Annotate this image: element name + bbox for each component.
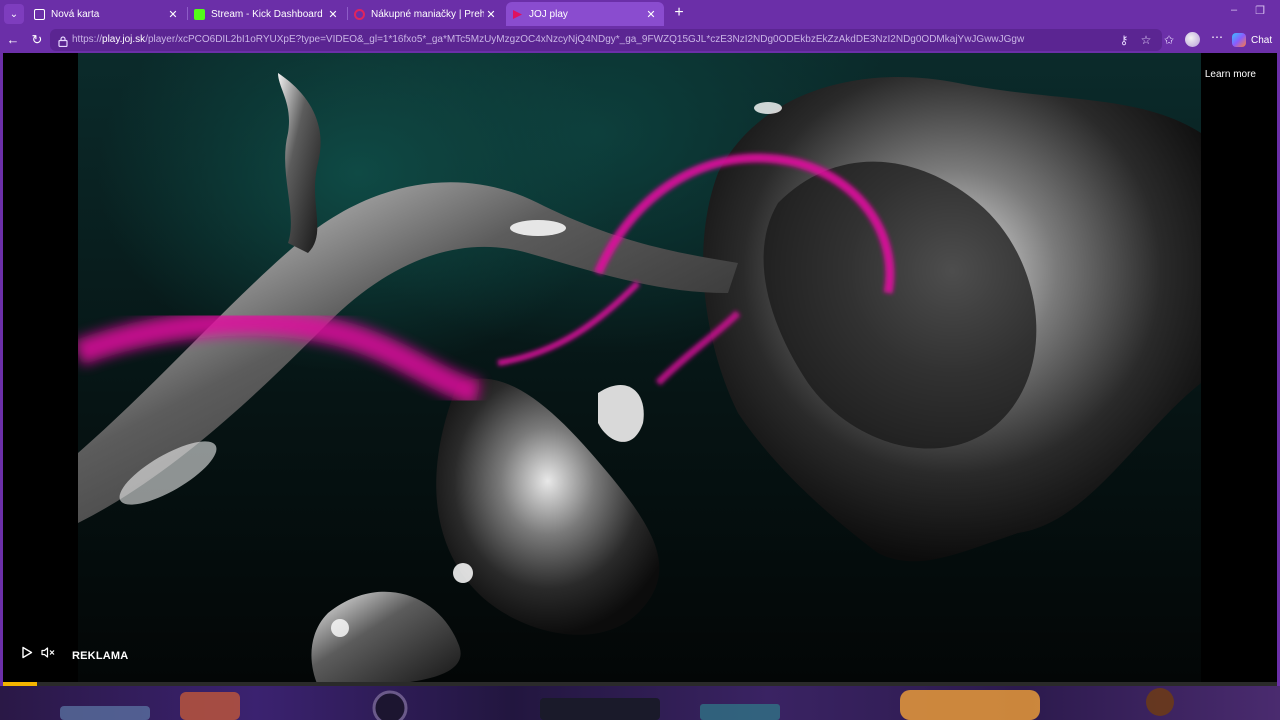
url-path: /player/xcPCO6DIL2bI1oRYUXpE?type=VIDEO&… xyxy=(145,34,1025,45)
star-icon[interactable]: ☆ xyxy=(1138,32,1154,48)
chat-label: Chat xyxy=(1251,34,1273,46)
close-icon[interactable]: ✕ xyxy=(484,8,498,21)
background-art xyxy=(0,686,1280,720)
profile-avatar[interactable] xyxy=(1185,32,1200,47)
tab-new[interactable]: Nová karta ✕ xyxy=(28,2,186,26)
minimize-icon[interactable]: – xyxy=(1222,4,1246,16)
favorites-icon[interactable]: ✩ xyxy=(1161,32,1177,48)
learn-more-link[interactable]: Learn more xyxy=(1205,69,1256,80)
close-icon[interactable]: ✕ xyxy=(326,8,340,21)
back-icon[interactable]: ← xyxy=(4,31,22,49)
tab-menu-icon[interactable]: ⌄ xyxy=(4,4,24,24)
tab-label: Nová karta xyxy=(51,8,100,20)
url-prefix: https:// xyxy=(72,34,103,45)
tab-label: Stream - Kick Dashboard xyxy=(211,8,323,20)
tab-nakupne-maniacky[interactable]: Nákupné maniačky | Prehľad | Arc ✕ xyxy=(348,2,504,26)
tab-joj-play[interactable]: JOJ play ✕ xyxy=(506,2,664,26)
video-player[interactable]: Learn more REKLAMA xyxy=(3,53,1277,686)
page-icon xyxy=(34,8,45,20)
ad-video[interactable] xyxy=(78,53,1201,686)
close-icon[interactable]: ✕ xyxy=(166,8,180,21)
url-host: play.joj.sk xyxy=(102,34,146,45)
background-art-shapes xyxy=(60,688,1174,720)
copilot-icon xyxy=(1232,33,1246,47)
ad-label: REKLAMA xyxy=(72,650,129,662)
site-info-icon[interactable] xyxy=(58,34,68,48)
new-tab-icon[interactable]: + xyxy=(670,4,688,22)
site-icon xyxy=(354,8,365,20)
mute-icon[interactable] xyxy=(41,646,55,664)
tab-strip: ⌄ Nová karta ✕ Stream - Kick Dashboard ✕… xyxy=(0,0,1280,27)
reload-icon[interactable]: ↻ xyxy=(28,31,46,49)
video-frame-art xyxy=(78,73,1201,686)
browser-window: ⌄ Nová karta ✕ Stream - Kick Dashboard ✕… xyxy=(0,0,1280,720)
close-icon[interactable]: ✕ xyxy=(644,8,658,21)
joj-icon xyxy=(512,9,523,20)
restore-icon[interactable]: ❐ xyxy=(1248,4,1272,17)
toolbar: ← ↻ https://play.joj.sk/player/xcPCO6DIL… xyxy=(0,27,1280,53)
more-icon[interactable]: ⋯ xyxy=(1209,30,1225,44)
tab-label: Nákupné maniačky | Prehľad | Arc xyxy=(371,8,484,20)
tab-label: JOJ play xyxy=(529,8,568,20)
kick-icon xyxy=(194,8,205,20)
chat-button[interactable]: Chat xyxy=(1232,31,1272,49)
key-icon[interactable]: ⚷ xyxy=(1116,32,1132,48)
play-icon[interactable] xyxy=(21,646,33,664)
tab-kick-dashboard[interactable]: Stream - Kick Dashboard ✕ xyxy=(188,2,346,26)
url-text: https://play.joj.sk/player/xcPCO6DIL2bI1… xyxy=(72,34,1024,45)
address-bar[interactable]: https://play.joj.sk/player/xcPCO6DIL2bI1… xyxy=(50,29,1162,51)
